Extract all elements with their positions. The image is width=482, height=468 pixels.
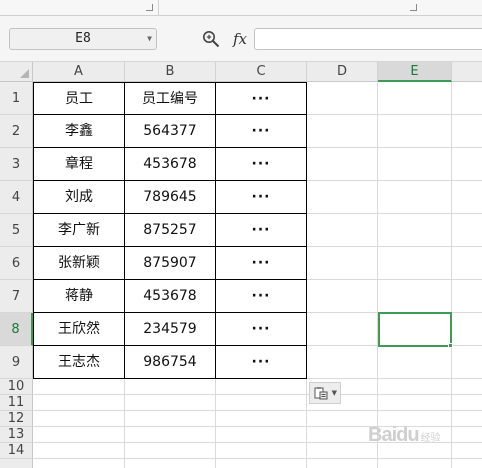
table-cell-name[interactable]: 蒋静 — [33, 280, 125, 313]
row-header-12[interactable]: 12 — [0, 411, 33, 427]
row-header-3[interactable]: 3 — [0, 148, 33, 181]
table-cell-more[interactable]: ··· — [216, 247, 307, 280]
table-cell-id[interactable]: 员工编号 — [125, 82, 216, 115]
row-header-15[interactable] — [0, 459, 33, 468]
table-cell-more[interactable]: ··· — [216, 346, 307, 379]
table-cell-more[interactable]: ··· — [216, 280, 307, 313]
table-cell-more[interactable]: ··· — [216, 82, 307, 115]
gridline — [33, 410, 482, 411]
table-cell-id[interactable]: 875907 — [125, 247, 216, 280]
row-header-11[interactable]: 11 — [0, 395, 33, 411]
formula-input[interactable] — [254, 28, 482, 50]
table-cell-name[interactable]: 李广新 — [33, 214, 125, 247]
active-cell-e8[interactable] — [378, 312, 452, 347]
table-cell-id[interactable]: 789645 — [125, 181, 216, 214]
table-cell-name[interactable]: 王志杰 — [33, 346, 125, 379]
fx-button[interactable]: fx — [230, 28, 250, 50]
row-header-5[interactable]: 5 — [0, 214, 33, 247]
table-cell-id[interactable]: 986754 — [125, 346, 216, 379]
row-header-6[interactable]: 6 — [0, 247, 33, 280]
column-header-c[interactable]: C — [216, 62, 307, 82]
expand-corner-icon[interactable] — [146, 4, 153, 11]
select-all-button[interactable] — [0, 62, 33, 82]
column-header-d[interactable]: D — [307, 62, 378, 82]
column-header-e[interactable]: E — [378, 62, 452, 82]
table-cell-more[interactable]: ··· — [216, 214, 307, 247]
table-cell-name[interactable]: 刘成 — [33, 181, 125, 214]
table-cell-id[interactable]: 234579 — [125, 313, 216, 346]
paste-options-icon — [314, 387, 328, 400]
chevron-down-icon[interactable]: ▼ — [147, 29, 152, 49]
cell-reference: E8 — [75, 31, 91, 46]
row-header-1[interactable]: 1 — [0, 82, 33, 115]
chevron-down-icon: ▼ — [331, 389, 337, 397]
toolbar-divider — [158, 0, 159, 16]
row-header-4[interactable]: 4 — [0, 181, 33, 214]
name-box[interactable]: E8 ▼ — [9, 28, 157, 50]
table-cell-name[interactable]: 王欣然 — [33, 313, 125, 346]
table-cell-id[interactable]: 564377 — [125, 115, 216, 148]
row-header-9[interactable]: 9 — [0, 346, 33, 379]
table-cell-more[interactable]: ··· — [216, 181, 307, 214]
table-cell-id[interactable]: 453678 — [125, 148, 216, 181]
table-cell-name[interactable]: 李鑫 — [33, 115, 125, 148]
row-header-13[interactable]: 13 — [0, 427, 33, 443]
fill-handle[interactable] — [448, 343, 453, 348]
gridline — [33, 458, 482, 459]
table-cell-name[interactable]: 张新颖 — [33, 247, 125, 280]
table-cell-name[interactable]: 员工 — [33, 82, 125, 115]
row-header-8[interactable]: 8 — [0, 313, 33, 346]
table-cell-id[interactable]: 453678 — [125, 280, 216, 313]
column-header-b[interactable]: B — [125, 62, 216, 82]
column-header-a[interactable]: A — [33, 62, 125, 82]
table-cell-id[interactable]: 875257 — [125, 214, 216, 247]
row-header-10[interactable]: 10 — [0, 379, 33, 395]
table-cell-more[interactable]: ··· — [216, 115, 307, 148]
row-header-7[interactable]: 7 — [0, 280, 33, 313]
expand-corner-icon[interactable] — [410, 4, 417, 11]
baidu-watermark: Baidu 经验 — [368, 424, 441, 446]
table-cell-name[interactable]: 章程 — [33, 148, 125, 181]
column-header-f[interactable] — [452, 62, 482, 82]
table-cell-more[interactable]: ··· — [216, 148, 307, 181]
top-toolbar-strip — [0, 0, 482, 16]
row-header-14[interactable]: 14 — [0, 443, 33, 459]
table-cell-more[interactable]: ··· — [216, 313, 307, 346]
gridline — [33, 394, 482, 395]
row-header-2[interactable]: 2 — [0, 115, 33, 148]
paste-options-button[interactable]: ▼ — [309, 382, 341, 404]
magnifier-icon[interactable] — [202, 30, 220, 48]
